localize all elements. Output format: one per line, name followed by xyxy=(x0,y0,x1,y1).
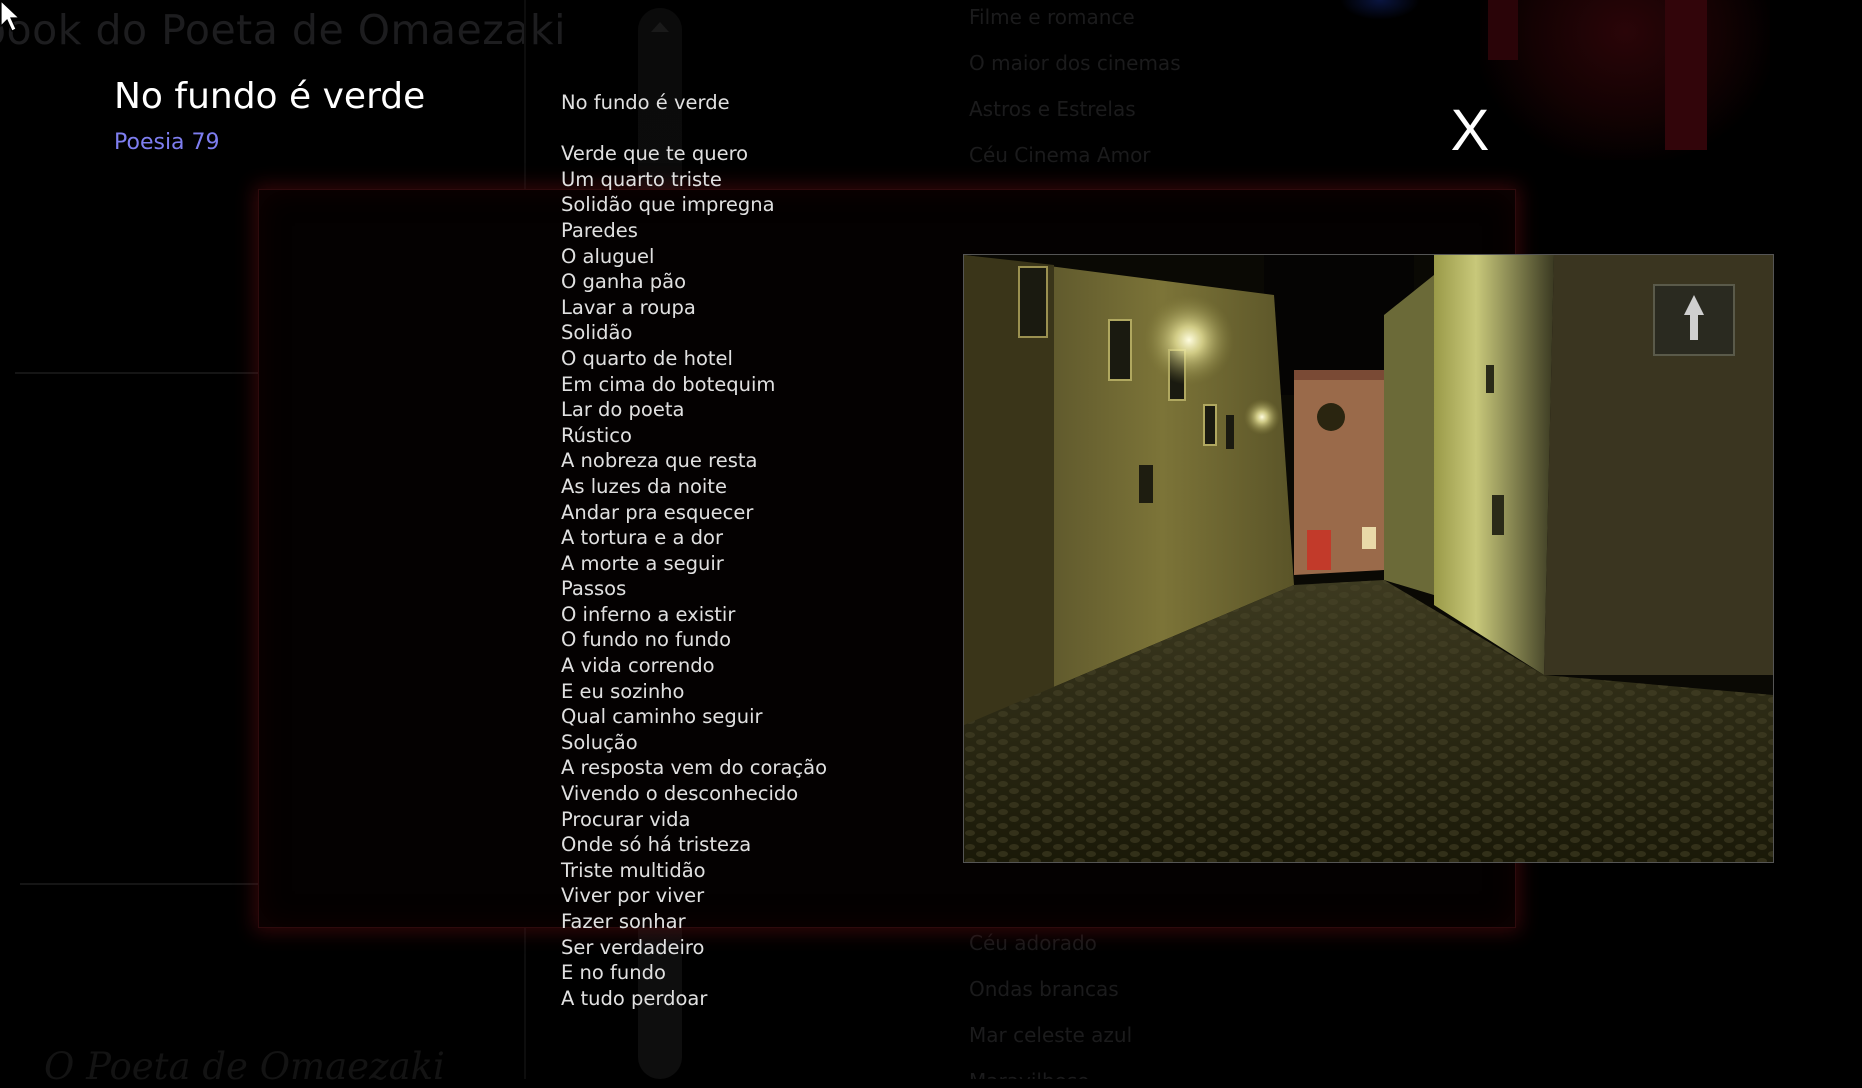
poem-line: Solução xyxy=(561,730,638,754)
poem-line: Procurar vida xyxy=(561,807,691,831)
background-menu-top: Filme e romance O maior dos cinemas Astros… xyxy=(969,0,1181,178)
poem-lines: Verde que te quero Um quarto triste Solidã… xyxy=(561,141,827,1011)
poem-line: Vivendo o desconhecido xyxy=(561,782,799,806)
poem-line: Verde que te quero xyxy=(561,142,749,166)
night-street-photo xyxy=(963,254,1774,863)
poem-line: O aluguel xyxy=(561,244,655,268)
menu-item[interactable]: Mar celeste azul xyxy=(969,1012,1132,1058)
scroll-up-arrow-icon[interactable] xyxy=(651,22,669,32)
poem-line: A tortura e a dor xyxy=(561,526,723,550)
poem-line: A morte a seguir xyxy=(561,551,724,575)
background-decoration xyxy=(1340,0,1420,20)
background-decoration xyxy=(1480,0,1770,160)
poem-number: Poesia 79 xyxy=(114,130,220,155)
background-menu-bottom: Céu adorado Ondas brancas Mar celeste azul… xyxy=(969,920,1132,1079)
poem-line: Em cima do botequim xyxy=(561,372,776,396)
poem-line: Solidão xyxy=(561,321,633,345)
poem-line: Viver por viver xyxy=(561,884,705,908)
menu-item[interactable]: Astros e Estrelas xyxy=(969,86,1181,132)
poem-line: A vida correndo xyxy=(561,654,715,678)
poem-line: Passos xyxy=(561,577,627,601)
poem-line: Ser verdadeiro xyxy=(561,935,705,959)
poem-line: A tudo perdoar xyxy=(561,986,708,1010)
poem-line: As luzes da noite xyxy=(561,474,727,498)
poem-line: Paredes xyxy=(561,218,638,242)
poem-line: O ganha pão xyxy=(561,270,686,294)
poem-line: Triste multidão xyxy=(561,858,706,882)
poem-line: O fundo no fundo xyxy=(561,628,732,652)
poem-title: No fundo é verde xyxy=(114,76,426,117)
poem-line: Onde só há tristeza xyxy=(561,833,752,857)
footer-title: O Poeta de Omaezaki xyxy=(44,1045,445,1088)
mouse-pointer-icon xyxy=(0,0,21,32)
poem-line: O quarto de hotel xyxy=(561,346,733,370)
site-title: book do Poeta de Omaezaki xyxy=(0,6,567,54)
poem-line: A resposta vem do coração xyxy=(561,756,828,780)
menu-item[interactable]: Céu Cinema Amor xyxy=(969,132,1181,178)
menu-item[interactable]: Filme e romance xyxy=(969,0,1181,40)
menu-item[interactable]: Maravilhoso xyxy=(969,1058,1132,1079)
poem-line: Solidão que impregna xyxy=(561,193,775,217)
poem-text: No fundo é verde Verde que te quero Um qu… xyxy=(561,90,827,1011)
poem-line: Qual caminho seguir xyxy=(561,705,763,729)
divider-line xyxy=(15,372,260,374)
poem-line: Lar do poeta xyxy=(561,398,685,422)
poem-line: Rústico xyxy=(561,423,632,447)
menu-item[interactable]: Ondas brancas xyxy=(969,966,1132,1012)
poem-line: Andar pra esquecer xyxy=(561,500,754,524)
poem-line: Um quarto triste xyxy=(561,167,722,191)
poem-line: E eu sozinho xyxy=(561,679,685,703)
poem-line: O inferno a existir xyxy=(561,602,736,626)
poem-line: Fazer sonhar xyxy=(561,910,686,933)
poem-heading: No fundo é verde xyxy=(561,91,730,114)
divider-line xyxy=(20,883,260,885)
poem-line: Lavar a roupa xyxy=(561,295,696,319)
poem-line: E no fundo xyxy=(561,961,666,985)
close-button[interactable]: X xyxy=(1440,96,1500,166)
poem-line: A nobreza que resta xyxy=(561,449,758,473)
menu-item[interactable]: O maior dos cinemas xyxy=(969,40,1181,86)
